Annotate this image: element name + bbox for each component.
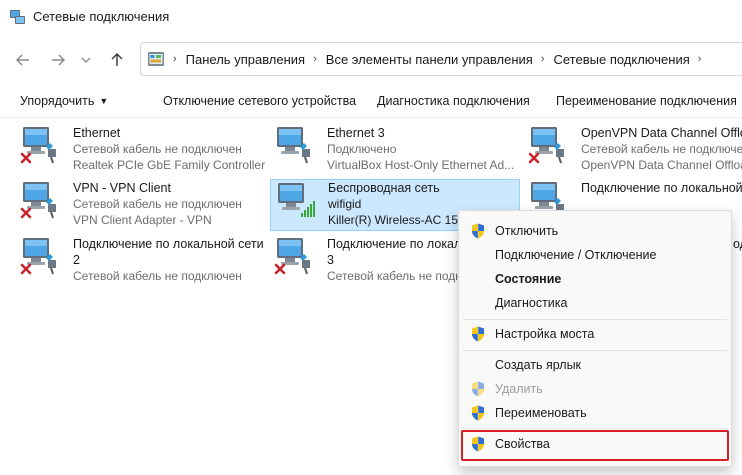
connection-status: Подключено — [327, 142, 397, 156]
navigation-bar: › Панель управления › Все элементы панел… — [0, 34, 742, 84]
connection-status: Сетевой кабель не подключен — [73, 197, 242, 211]
menu-item-connect-disconnect[interactable]: Подключение / Отключение — [459, 243, 731, 267]
connection-name: VPN - VPN Client — [73, 181, 171, 195]
chevron-down-icon[interactable] — [78, 49, 94, 71]
breadcrumb-separator: › — [173, 53, 177, 65]
menu-item-create-shortcut[interactable]: Создать ярлык — [459, 353, 731, 377]
connection-status: Сетевой кабель не подключен — [73, 142, 242, 156]
connection-adapter: Realtek PCIe GbE Family Controller — [73, 158, 266, 172]
title-bar: Сетевые подключения — [0, 0, 742, 34]
menu-item-delete: Удалить — [459, 377, 731, 401]
connection-item[interactable]: Подключение по локальной сети 3 Сетевой … — [270, 235, 458, 285]
disable-device-button[interactable]: Отключение сетевого устройства — [163, 94, 356, 108]
menu-separator — [463, 319, 727, 320]
connection-adapter: OpenVPN Data Channel Offloa — [581, 158, 742, 172]
connection-name: Подключение по локальной сети — [73, 237, 264, 251]
connection-name: Ethernet 3 — [327, 126, 385, 140]
connection-name: Беспроводная сеть — [328, 181, 440, 195]
arrow-up-icon[interactable] — [106, 49, 128, 71]
control-panel-icon — [148, 52, 164, 66]
uac-shield-icon — [471, 381, 485, 397]
arrow-right-icon[interactable] — [47, 49, 69, 71]
uac-shield-icon — [471, 436, 485, 452]
address-bar[interactable]: › Панель управления › Все элементы панел… — [140, 42, 742, 76]
connection-item[interactable]: Подключение по локальной сети 2 Сетевой … — [16, 235, 266, 285]
uac-shield-icon — [471, 405, 485, 421]
menu-item-rename[interactable]: Переименовать — [459, 401, 731, 425]
organize-label: Упорядочить — [20, 94, 95, 108]
network-adapter-icon — [274, 125, 314, 165]
connection-adapter: VPN Client Adapter - VPN — [73, 213, 212, 227]
caret-down-icon: ▼ — [99, 96, 109, 106]
menu-item-label: Настройка моста — [495, 327, 595, 341]
connection-name: OpenVPN Data Channel Offloa — [581, 126, 742, 140]
arrow-left-icon[interactable] — [12, 49, 34, 71]
menu-item-disable[interactable]: Отключить — [459, 219, 731, 243]
menu-item-bridge[interactable]: Настройка моста — [459, 322, 731, 346]
context-menu: Отключить Подключение / Отключение Состо… — [458, 210, 732, 467]
breadcrumb-all-items[interactable]: Все элементы панели управления — [326, 52, 533, 67]
connection-item[interactable]: Ethernet 3 Подключено VirtualBox Host-On… — [270, 124, 520, 174]
wifi-adapter-icon — [275, 181, 315, 217]
connection-name-suffix: 2 — [73, 253, 80, 267]
menu-item-label: Состояние — [495, 272, 562, 286]
uac-shield-icon — [471, 223, 485, 239]
breadcrumb-separator: › — [540, 53, 545, 65]
menu-item-status[interactable]: Состояние — [459, 267, 731, 291]
breadcrumb-network-connections[interactable]: Сетевые подключения — [554, 52, 690, 67]
connection-status: Сетевой кабель не подключен — [73, 269, 242, 283]
menu-item-label: Диагностика — [495, 296, 568, 310]
connection-name: Ethernet — [73, 126, 121, 140]
connection-item[interactable]: VPN - VPN Client Сетевой кабель не подкл… — [16, 179, 266, 229]
command-bar: Упорядочить ▼ Отключение сетевого устройс… — [0, 84, 742, 118]
connection-item[interactable]: Ethernet Сетевой кабель не подключен Rea… — [16, 124, 266, 174]
connection-adapter: VirtualBox Host-Only Ethernet Ad... — [327, 158, 515, 172]
uac-shield-icon — [471, 326, 485, 342]
connection-name: Подключение по локальной сети — [327, 237, 458, 251]
menu-separator — [463, 350, 727, 351]
menu-item-label: Удалить — [495, 382, 543, 396]
menu-item-diagnostics[interactable]: Диагностика — [459, 291, 731, 315]
menu-item-label: Свойства — [495, 437, 550, 451]
rename-connection-button[interactable]: Переименование подключения — [556, 94, 737, 108]
connection-status: Сетевой кабель не подключен — [327, 269, 458, 283]
network-adapter-icon — [20, 180, 60, 220]
menu-item-label: Подключение / Отключение — [495, 248, 657, 262]
menu-item-label: Переименовать — [495, 406, 587, 420]
network-connections-icon — [10, 10, 25, 24]
breadcrumb-separator[interactable]: › — [698, 53, 702, 65]
connection-name: Подключение по локальной — [581, 181, 742, 195]
window-title: Сетевые подключения — [33, 9, 170, 24]
connection-item[interactable]: OpenVPN Data Channel Offloa Сетевой кабе… — [524, 124, 742, 174]
breadcrumb-control-panel[interactable]: Панель управления — [186, 52, 305, 67]
menu-separator — [463, 428, 727, 429]
network-adapter-icon — [274, 236, 314, 276]
organize-menu-button[interactable]: Упорядочить ▼ — [20, 94, 108, 108]
diagnose-connection-button[interactable]: Диагностика подключения — [377, 94, 530, 108]
breadcrumb-separator: › — [313, 53, 317, 65]
connection-name-suffix: 3 — [327, 253, 334, 267]
network-adapter-icon — [20, 236, 60, 276]
menu-item-label: Отключить — [495, 224, 559, 238]
menu-item-label: Создать ярлык — [495, 358, 582, 372]
network-adapter-icon — [20, 125, 60, 165]
menu-item-properties[interactable]: Свойства — [459, 432, 731, 456]
connection-status: Сетевой кабель не подключен — [581, 142, 742, 156]
network-adapter-icon — [528, 125, 568, 165]
